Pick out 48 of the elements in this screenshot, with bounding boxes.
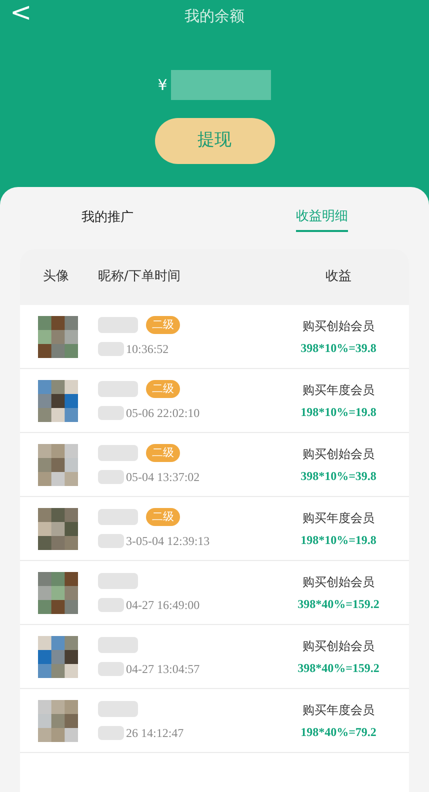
blurred-text [98,636,138,652]
commission-formula: 398*10%=39.8 [300,468,376,484]
blurred-text [98,508,138,524]
order-time: 10:36:52 [126,340,169,358]
currency-symbol: ¥ [158,74,168,96]
order-time: 3-05-04 12:39:13 [126,532,210,550]
blurred-text [98,662,124,676]
purchase-type: 购买年度会员 [302,702,374,718]
blurred-text [98,726,124,740]
level-badge: 二级 [146,380,180,398]
column-header: 收益 [324,268,352,286]
level-badge: 二级 [146,508,180,526]
order-time: 26 14:12:47 [126,724,184,742]
blurred-text [98,534,124,548]
page-title: 我的余额 [184,6,244,27]
order-time: 05-04 13:37:02 [126,468,200,486]
order-time: 04-27 13:04:57 [126,660,200,678]
blurred-text [98,316,138,332]
blurred-text [98,380,138,396]
withdraw-button[interactable]: 提现 [154,118,274,164]
blurred-text [98,572,138,588]
blurred-text [98,342,124,356]
commission-formula: 398*10%=39.8 [300,340,376,356]
blurred-text [98,700,138,716]
tab[interactable]: 我的推广 [81,204,134,232]
commission-formula: 198*10%=19.8 [300,404,376,420]
blurred-text [98,406,124,420]
level-badge: 二级 [146,444,180,462]
column-header: 头像 [42,268,70,286]
purchase-type: 购买年度会员 [302,510,374,526]
level-badge: 二级 [146,316,180,334]
blurred-text [98,470,124,484]
purchase-type: 购买年度会员 [302,382,374,398]
tab[interactable]: 收益明细 [296,204,348,232]
blurred-text [98,598,124,612]
commission-formula: 398*40%=159.2 [298,596,380,612]
purchase-type: 购买创始会员 [302,446,374,462]
commission-formula: 398*40%=159.2 [298,660,380,676]
purchase-type: 购买创始会员 [302,638,374,654]
back-button[interactable]: < [10,0,32,26]
blurred-text [98,444,138,460]
commission-formula: 198*40%=79.2 [300,724,376,740]
purchase-type: 购买创始会员 [302,318,374,334]
order-time: 04-27 16:49:00 [126,596,200,614]
order-time: 05-06 22:02:10 [126,404,200,422]
commission-formula: 198*10%=19.8 [300,532,376,548]
purchase-type: 购买创始会员 [302,574,374,590]
column-header: 昵称/下单时间 [98,268,182,286]
